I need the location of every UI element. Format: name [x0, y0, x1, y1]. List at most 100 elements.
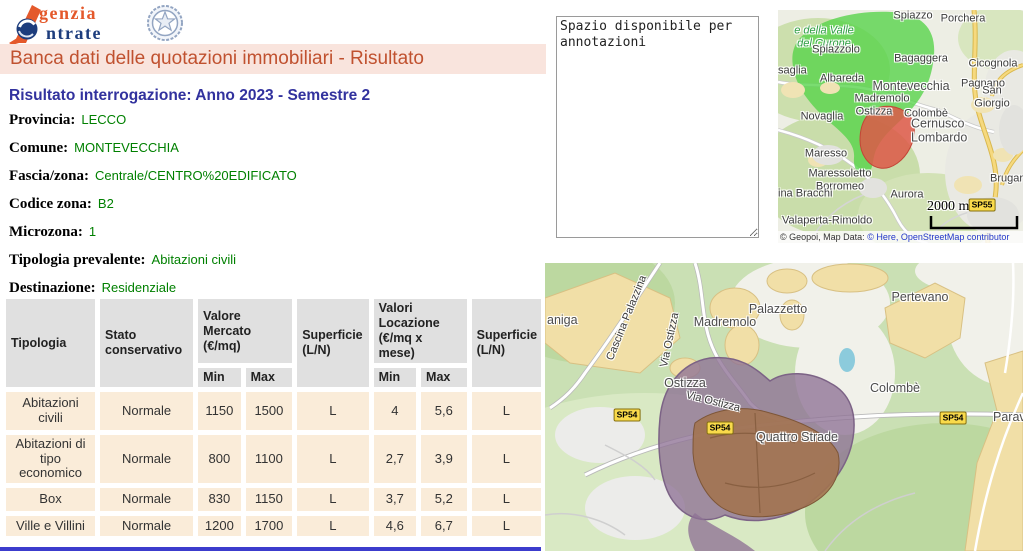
- detail-map[interactable]: aniga Cascina Palazzina Via Ostizza Madr…: [545, 263, 1023, 551]
- map-label: Spiazzolo: [812, 44, 860, 57]
- col-header-stato: Stato conservativo: [100, 299, 193, 387]
- cell-vl-min: 4,6: [374, 516, 416, 536]
- field-value: Centrale/CENTRO%20EDIFICATO: [95, 168, 297, 183]
- map-label: San Giorgio: [974, 84, 1009, 109]
- cell-superficie-1: L: [297, 516, 368, 536]
- annotations-textarea[interactable]: Spazio disponibile per annotazioni: [556, 16, 759, 238]
- col-header-max-locazione: Max: [421, 368, 467, 387]
- cell-superficie-1: L: [297, 488, 368, 511]
- logo-a-mark: [9, 5, 41, 45]
- field-label: Fascia/zona:: [9, 168, 89, 184]
- field-value: Abitazioni civili: [152, 252, 237, 267]
- logo-text-genzia: genzia: [39, 3, 97, 23]
- attribution-text: © Geopoi, Map Data:: [780, 232, 867, 242]
- map-label: Madremolo: [854, 93, 909, 106]
- cell-vl-max: 5,6: [421, 392, 467, 430]
- map-label-montevecchia: Montevecchia: [872, 79, 949, 93]
- cell-vl-min: 3,7: [374, 488, 416, 511]
- field-microzona: Microzona: 1: [9, 223, 297, 240]
- cell-vl-max: 5,2: [421, 488, 467, 511]
- map-label: Palazzetto: [749, 302, 807, 316]
- map-label: Albareda: [820, 73, 864, 86]
- map-label-cernusco: Cernusco Lombardo: [911, 117, 1023, 146]
- map-label: Parav: [993, 410, 1023, 424]
- col-header-superficie-1: Superficie (L/N): [297, 299, 368, 387]
- table-row: Abitazioni di tipo economico Normale 800…: [6, 435, 541, 483]
- cell-superficie-2: L: [472, 516, 541, 536]
- field-provincia: Provincia: LECCO: [9, 111, 297, 128]
- cell-vl-max: 3,9: [421, 435, 467, 483]
- map-label: Maresso: [805, 148, 847, 161]
- cell-superficie-1: L: [297, 392, 368, 430]
- logo-text-ntrate: ntrate: [46, 23, 102, 43]
- cell-tipologia: Abitazioni civili: [6, 392, 95, 430]
- col-header-tipologia: Tipologia: [6, 299, 95, 387]
- map-label: Quattro Strade: [756, 430, 838, 444]
- cell-superficie-2: L: [472, 435, 541, 483]
- map-label: Porchera: [941, 13, 986, 26]
- road-badge-sp54: SP54: [614, 409, 641, 422]
- cell-stato: Normale: [100, 435, 193, 483]
- cell-superficie-1: L: [297, 435, 368, 483]
- col-header-min-mercato: Min: [198, 368, 240, 387]
- field-value: MONTEVECCHIA: [74, 140, 179, 155]
- field-comune: Comune: MONTEVECCHIA: [9, 139, 297, 156]
- cell-vm-max: 1700: [246, 516, 293, 536]
- page: genzia ntrate Banca dati delle quotazion…: [0, 0, 1023, 551]
- attribution-links[interactable]: © Here, OpenStreetMap contributor: [867, 232, 1009, 242]
- cell-stato: Normale: [100, 488, 193, 511]
- agenzia-entrate-logo: genzia ntrate: [6, 1, 186, 45]
- cell-vm-max: 1500: [246, 392, 293, 430]
- map-label: Cicognola: [969, 58, 1018, 71]
- result-heading: Risultato interrogazione: Anno 2023 - Se…: [9, 87, 370, 105]
- cell-vl-max: 6,7: [421, 516, 467, 536]
- field-value: 1: [89, 224, 96, 239]
- cell-vm-min: 830: [198, 488, 240, 511]
- col-header-max-mercato: Max: [246, 368, 293, 387]
- scale-label: 2000 m: [927, 199, 969, 215]
- page-title-bar: Banca dati delle quotazioni immobiliari …: [0, 44, 546, 74]
- field-value: B2: [98, 196, 114, 211]
- cell-stato: Normale: [100, 392, 193, 430]
- col-header-valori-locazione: Valori Locazione (€/mq x mese): [374, 299, 467, 363]
- field-label: Tipologia prevalente:: [9, 252, 146, 268]
- map-label: Bagaggera: [894, 53, 948, 66]
- map-label: aniga: [547, 313, 578, 327]
- map-label: ina Bracchi: [778, 188, 832, 201]
- cell-vl-min: 4: [374, 392, 416, 430]
- map-label: Spiazzo: [893, 10, 932, 22]
- field-codice-zona: Codice zona:B2: [9, 195, 297, 212]
- col-header-valore-mercato: Valore Mercato (€/mq): [198, 299, 292, 363]
- map-label: Brugar: [990, 173, 1023, 186]
- map-label: Aurora: [890, 189, 923, 202]
- field-label: Provincia:: [9, 112, 75, 128]
- page-title: Banca dati delle quotazioni immobiliari …: [10, 48, 424, 69]
- cell-tipologia: Abitazioni di tipo economico: [6, 435, 95, 483]
- map-label: Ostizza: [664, 376, 706, 390]
- cell-vm-min: 1200: [198, 516, 240, 536]
- field-value: LECCO: [81, 112, 126, 127]
- col-header-superficie-2: Superficie (L/N): [472, 299, 541, 387]
- road-badge-sp55: SP55: [969, 199, 996, 212]
- map-label: Novaglia: [801, 111, 844, 124]
- cell-superficie-2: L: [472, 392, 541, 430]
- cell-vm-min: 1150: [198, 392, 240, 430]
- overview-map[interactable]: e della Valle del Curone Spiazzo Porcher…: [778, 10, 1023, 243]
- cell-tipologia: Box: [6, 488, 95, 511]
- cell-tipologia: Ville e Villini: [6, 516, 95, 536]
- table-row: Abitazioni civili Normale 1150 1500 L 4 …: [6, 392, 541, 430]
- quotazioni-table: Tipologia Stato conservativo Valore Merc…: [1, 294, 546, 541]
- field-label: Microzona:: [9, 224, 83, 240]
- field-tipologia-prevalente: Tipologia prevalente: Abitazioni civili: [9, 251, 297, 268]
- cell-stato: Normale: [100, 516, 193, 536]
- field-label: Comune:: [9, 140, 68, 156]
- map-label: Madremolo: [694, 315, 757, 329]
- table-row: Box Normale 830 1150 L 3,7 5,2 L: [6, 488, 541, 511]
- map-label: Colombè: [870, 381, 920, 395]
- col-header-min-locazione: Min: [374, 368, 416, 387]
- map-label: Pertevano: [892, 290, 949, 304]
- cell-vm-min: 800: [198, 435, 240, 483]
- cell-vl-min: 2,7: [374, 435, 416, 483]
- cell-vm-max: 1150: [246, 488, 293, 511]
- cell-vm-max: 1100: [246, 435, 293, 483]
